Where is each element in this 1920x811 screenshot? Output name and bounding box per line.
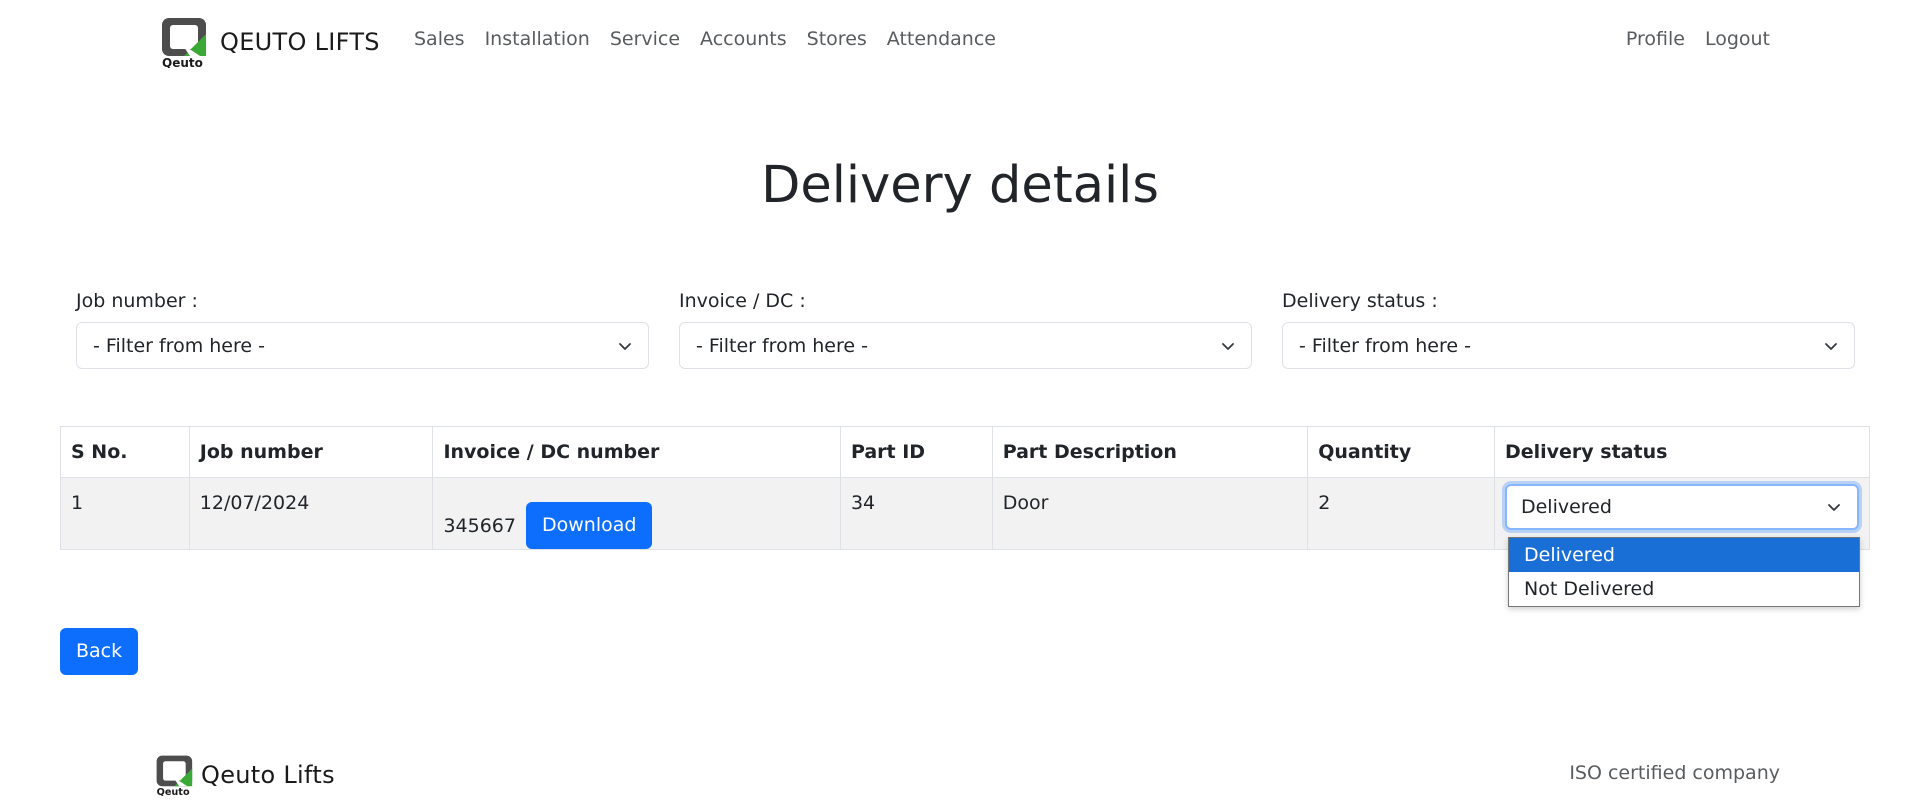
nav-installation[interactable]: Installation	[475, 28, 600, 50]
filter-delivery-status-value: - Filter from here -	[1299, 334, 1471, 357]
filter-invoice: Invoice / DC : - Filter from here -	[679, 290, 1252, 369]
chevron-down-icon	[1222, 342, 1234, 350]
qeuto-logo: Qeuto	[155, 754, 197, 796]
nav-logout[interactable]: Logout	[1695, 28, 1770, 50]
back-button[interactable]: Back	[60, 628, 139, 675]
header-invoice: Invoice / DC number	[432, 426, 841, 478]
cell-part-id: 34	[839, 477, 993, 550]
header-sno: S No.	[60, 426, 190, 478]
footer-tagline: ISO certified company	[1569, 762, 1780, 784]
filter-invoice-select[interactable]: - Filter from here -	[679, 322, 1252, 369]
footer-brand: Qeuto Qeuto Lifts	[155, 754, 335, 796]
filter-delivery-status: Delivery status : - Filter from here -	[1282, 290, 1855, 369]
header-delivery-status: Delivery status	[1493, 426, 1871, 478]
qeuto-logo: Qeuto	[160, 16, 212, 68]
download-button[interactable]: Download	[525, 502, 653, 549]
chevron-down-icon	[1828, 504, 1840, 511]
delivery-status-options: Delivered Not Delivered	[1508, 537, 1860, 607]
table-header-row: S No. Job number Invoice / DC number Par…	[60, 426, 1871, 478]
filter-delivery-status-select[interactable]: - Filter from here -	[1282, 322, 1855, 369]
cell-invoice: 345667 Download	[432, 477, 841, 550]
delivery-table: S No. Job number Invoice / DC number Par…	[60, 426, 1871, 550]
nav-service[interactable]: Service	[600, 28, 690, 50]
brand-name: QEUTO LIFTS	[220, 28, 380, 56]
filter-job-number-value: - Filter from here -	[93, 334, 265, 357]
logo-text: Qeuto	[162, 56, 203, 68]
option-not-delivered[interactable]: Not Delivered	[1509, 572, 1859, 606]
filter-job-number-label: Job number :	[76, 290, 198, 312]
header-part-id: Part ID	[839, 426, 993, 478]
page-title: Delivery details	[761, 156, 1159, 215]
cell-job-number: 12/07/2024	[188, 477, 434, 550]
nav-attendance[interactable]: Attendance	[877, 28, 1006, 50]
navbar: Qeuto QEUTO LIFTS Sales Installation Ser…	[0, 0, 1920, 84]
nav-profile[interactable]: Profile	[1616, 28, 1695, 50]
chevron-down-icon	[619, 342, 631, 350]
delivery-status-select[interactable]: Delivered	[1504, 484, 1859, 530]
chevron-down-icon	[1825, 342, 1837, 350]
nav-menu: Sales Installation Service Accounts Stor…	[414, 28, 1006, 50]
filter-job-number-select[interactable]: - Filter from here -	[76, 322, 649, 369]
cell-quantity: 2	[1307, 477, 1495, 550]
header-job-number: Job number	[188, 426, 434, 478]
invoice-number: 345667	[443, 514, 516, 537]
option-delivered[interactable]: Delivered	[1509, 538, 1859, 572]
nav-user-menu: Profile Logout	[1616, 28, 1770, 50]
footer-brand-name: Qeuto Lifts	[201, 761, 335, 789]
header-part-description: Part Description	[991, 426, 1309, 478]
delivery-status-value: Delivered	[1520, 496, 1612, 518]
filter-job-number: Job number : - Filter from here -	[76, 290, 649, 369]
nav-sales[interactable]: Sales	[414, 28, 475, 50]
nav-stores[interactable]: Stores	[797, 28, 877, 50]
navbar-brand[interactable]: Qeuto QEUTO LIFTS	[160, 16, 380, 68]
filter-invoice-label: Invoice / DC :	[679, 290, 806, 312]
nav-accounts[interactable]: Accounts	[690, 28, 797, 50]
cell-sno: 1	[60, 477, 190, 550]
filter-delivery-status-label: Delivery status :	[1282, 290, 1438, 312]
cell-part-description: Door	[991, 477, 1309, 550]
header-quantity: Quantity	[1307, 426, 1495, 478]
footer-logo-text: Qeuto	[157, 787, 190, 796]
filter-invoice-value: - Filter from here -	[696, 334, 868, 357]
